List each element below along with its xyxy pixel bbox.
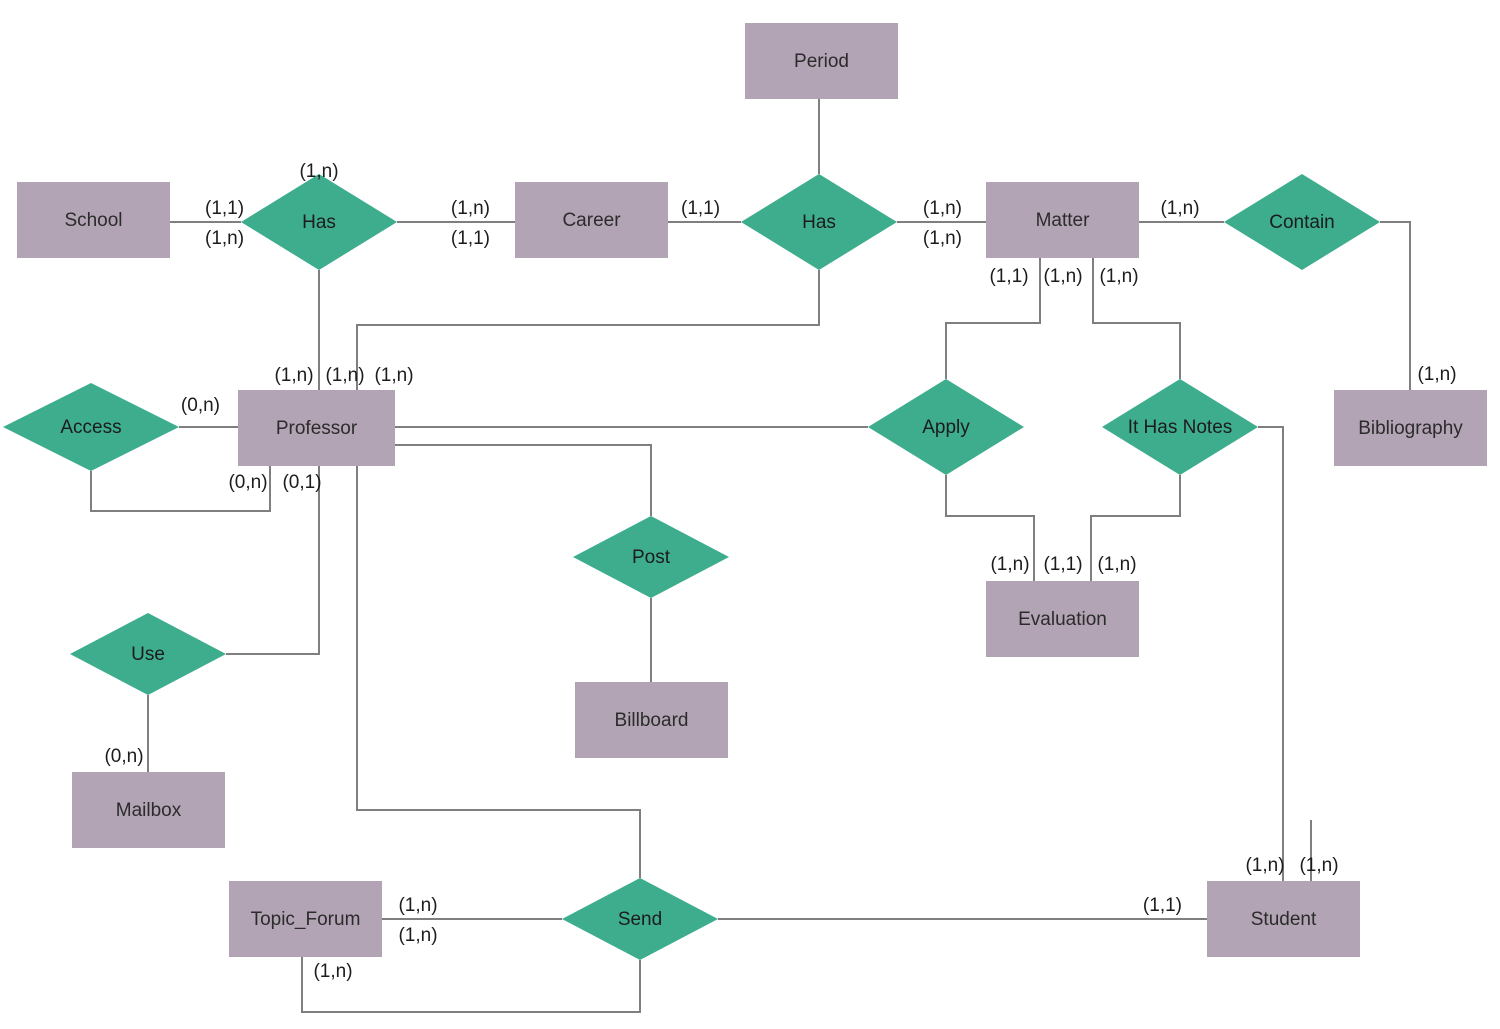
- entity-billboard[interactable]: Billboard: [575, 682, 728, 758]
- cardinality-school-has-min: (1,1): [205, 198, 244, 219]
- cardinality-has-top: (1,n): [299, 161, 338, 182]
- relationship-has_school_career[interactable]: Has: [241, 174, 397, 270]
- cardinality-prof-top-2: (1,n): [325, 365, 364, 386]
- edge-use-to-professor: [226, 466, 320, 655]
- edge-has2-to-professor: [356, 270, 820, 390]
- relationship-post[interactable]: Post: [573, 516, 729, 598]
- cardinality-has2-matter-a: (1,n): [923, 198, 962, 219]
- cardinality-student-top-2: (1,n): [1299, 855, 1338, 876]
- entity-evaluation[interactable]: Evaluation: [986, 581, 1139, 657]
- edge-ithasnotes-to-student: [1258, 426, 1284, 881]
- cardinality-matter-down-3: (1,n): [1099, 266, 1138, 287]
- entity-label-matter: Matter: [1036, 210, 1091, 231]
- entity-bibliography[interactable]: Bibliography: [1334, 390, 1487, 466]
- entity-label-career: Career: [562, 210, 621, 231]
- cardinality-matter-down-1: (1,1): [989, 266, 1028, 287]
- cardinality-topicforum-send-a: (1,n): [398, 895, 437, 916]
- relationship-label-it_has_notes: It Has Notes: [1128, 417, 1233, 438]
- cardinality-prof-bottom-2: (0,1): [282, 472, 321, 493]
- cardinality-prof-top-3: (1,n): [374, 365, 413, 386]
- edge-topicforum-self-loop: [301, 957, 641, 1013]
- relationship-label-has_school_career: Has: [302, 212, 336, 233]
- entity-label-billboard: Billboard: [615, 710, 689, 731]
- cardinality-school-has-max: (1,n): [205, 228, 244, 249]
- edge-contain-to-bibliography: [1380, 221, 1411, 390]
- relationship-contain[interactable]: Contain: [1224, 174, 1380, 270]
- relationship-has_career_matter[interactable]: Has: [741, 174, 897, 270]
- cardinality-bibliography-top: (1,n): [1417, 364, 1456, 385]
- cardinality-matter-contain: (1,n): [1160, 198, 1199, 219]
- entity-student[interactable]: Student: [1207, 881, 1360, 957]
- cardinality-access-prof: (0,n): [181, 395, 220, 416]
- relationship-label-post: Post: [632, 547, 671, 568]
- cardinality-eval-1: (1,n): [990, 554, 1029, 575]
- entity-mailbox[interactable]: Mailbox: [72, 772, 225, 848]
- relationship-label-contain: Contain: [1269, 212, 1335, 233]
- cardinality-eval-2: (1,1): [1043, 554, 1082, 575]
- entity-label-school: School: [64, 210, 122, 231]
- relationship-use[interactable]: Use: [70, 613, 226, 695]
- cardinalities-layer: (1,1) (1,n) (1,n) (1,n) (1,1) (1,1) (1,n) (1,n)…: [104, 161, 1456, 982]
- entity-label-mailbox: Mailbox: [116, 800, 182, 821]
- entity-professor[interactable]: Professor: [238, 390, 395, 466]
- cardinality-has-career-a: (1,n): [451, 198, 490, 219]
- relationship-apply[interactable]: Apply: [868, 379, 1024, 475]
- cardinality-send-student: (1,1): [1143, 895, 1182, 916]
- cardinality-student-top-1: (1,n): [1245, 855, 1284, 876]
- er-diagram-canvas: School Career Period Matter Bibliography Prof…: [0, 0, 1500, 1029]
- edge-professor-to-send: [356, 466, 641, 878]
- relationship-label-apply: Apply: [922, 417, 970, 438]
- relationship-label-use: Use: [131, 644, 165, 665]
- entity-label-student: Student: [1251, 909, 1317, 930]
- entity-label-topic_forum: Topic_Forum: [251, 909, 361, 930]
- entity-career[interactable]: Career: [515, 182, 668, 258]
- cardinality-prof-bottom-1: (0,n): [228, 472, 267, 493]
- cardinality-has-career-b: (1,1): [451, 228, 490, 249]
- entity-label-bibliography: Bibliography: [1358, 418, 1463, 439]
- entity-matter[interactable]: Matter: [986, 182, 1139, 258]
- entity-label-period: Period: [794, 51, 849, 72]
- entity-school[interactable]: School: [17, 182, 170, 258]
- relationship-it_has_notes[interactable]: It Has Notes: [1102, 379, 1258, 475]
- entity-topic_forum[interactable]: Topic_Forum: [229, 881, 382, 957]
- entity-period[interactable]: Period: [745, 23, 898, 99]
- cardinality-topicforum-send-b: (1,n): [398, 925, 437, 946]
- entity-label-professor: Professor: [276, 418, 358, 439]
- cardinality-topicforum-self: (1,n): [313, 961, 352, 982]
- er-diagram-svg: School Career Period Matter Bibliography Prof…: [3, 23, 1487, 1013]
- cardinality-has2-matter-b: (1,n): [923, 228, 962, 249]
- relationship-label-access: Access: [60, 417, 121, 438]
- cardinality-eval-3: (1,n): [1097, 554, 1136, 575]
- cardinality-career-has2: (1,1): [681, 198, 720, 219]
- cardinality-matter-down-2: (1,n): [1043, 266, 1082, 287]
- relationship-send[interactable]: Send: [562, 878, 718, 960]
- relationship-label-has_career_matter: Has: [802, 212, 836, 233]
- cardinality-use-mailbox: (0,n): [104, 746, 143, 767]
- relationship-label-send: Send: [618, 909, 662, 930]
- edge-professor-to-post: [395, 444, 652, 516]
- cardinality-prof-top-1: (1,n): [274, 365, 313, 386]
- relationship-access[interactable]: Access: [3, 383, 179, 471]
- entity-label-evaluation: Evaluation: [1018, 609, 1107, 630]
